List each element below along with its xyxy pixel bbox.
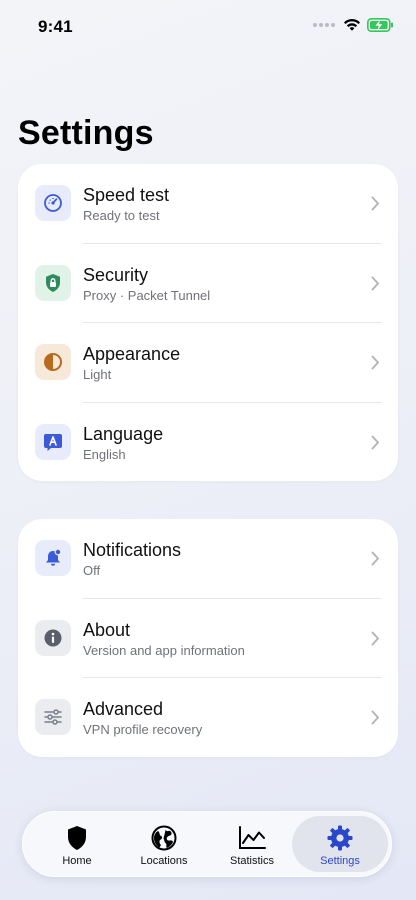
row-subtitle: Proxy · Packet Tunnel [83, 287, 211, 303]
sliders-icon [35, 699, 71, 735]
info-icon [35, 619, 71, 656]
row-title: Speed test [83, 185, 170, 205]
tab-label: Statistics [229, 855, 274, 867]
tab-home[interactable]: Home [29, 816, 125, 872]
row-subtitle: Version and app information [83, 642, 245, 658]
row-title: Appearance [83, 344, 181, 364]
row-title: Advanced [83, 699, 164, 719]
tab-settings[interactable]: Settings [292, 816, 388, 872]
status-time: 9:41 [38, 17, 73, 36]
status-indicators [313, 18, 394, 32]
settings-row-appearance[interactable]: Appearance Light [18, 323, 398, 403]
row-subtitle: English [83, 446, 126, 462]
row-title: Notifications [83, 540, 182, 560]
bell-icon [35, 540, 71, 576]
settings-group-other: Notifications Off About Version and app … [18, 519, 398, 757]
settings-row-about[interactable]: About Version and app information [18, 599, 398, 678]
speedometer-icon [35, 185, 71, 221]
tab-bar: Home Locations Statistics Settings [22, 811, 392, 877]
chevron-right-icon [371, 435, 379, 449]
cellular-signal-icon [313, 23, 335, 27]
language-bubble-icon [35, 423, 71, 460]
row-subtitle: Ready to test [83, 208, 160, 223]
half-circle-icon [35, 344, 71, 380]
shield-lock-icon [35, 264, 71, 301]
globe-icon [151, 824, 177, 852]
chevron-right-icon [371, 196, 379, 211]
gear-icon [327, 824, 353, 852]
row-title: Security [83, 264, 149, 285]
chevron-right-icon [371, 355, 379, 370]
status-bar: 9:41 [0, 0, 416, 54]
chevron-right-icon [371, 276, 379, 290]
settings-row-language[interactable]: Language English [18, 403, 398, 483]
settings-row-advanced[interactable]: Advanced VPN profile recovery [18, 678, 398, 758]
tab-statistics[interactable]: Statistics [204, 816, 300, 872]
wifi-icon [344, 19, 360, 31]
row-title: Language [83, 423, 164, 444]
shield-icon [66, 824, 88, 852]
chevron-right-icon [371, 631, 379, 645]
settings-row-security[interactable]: Security Proxy · Packet Tunnel [18, 244, 398, 323]
chevron-right-icon [371, 710, 379, 725]
settings-row-speed-test[interactable]: Speed test Ready to test [18, 164, 398, 244]
row-subtitle: Off [83, 563, 101, 578]
chart-icon [238, 824, 266, 852]
page-title: Settings [18, 114, 154, 152]
row-title: About [83, 619, 131, 640]
row-subtitle: VPN profile recovery [83, 722, 203, 737]
battery-charging-icon [367, 18, 393, 32]
settings-row-notifications[interactable]: Notifications Off [18, 519, 398, 599]
tab-label: Home [62, 855, 92, 867]
settings-group-general: Speed test Ready to test Security Proxy … [18, 164, 398, 481]
tab-locations[interactable]: Locations [116, 816, 212, 872]
tab-label: Settings [320, 855, 360, 867]
row-subtitle: Light [83, 367, 112, 382]
tab-label: Locations [140, 855, 188, 867]
chevron-right-icon [371, 551, 379, 566]
